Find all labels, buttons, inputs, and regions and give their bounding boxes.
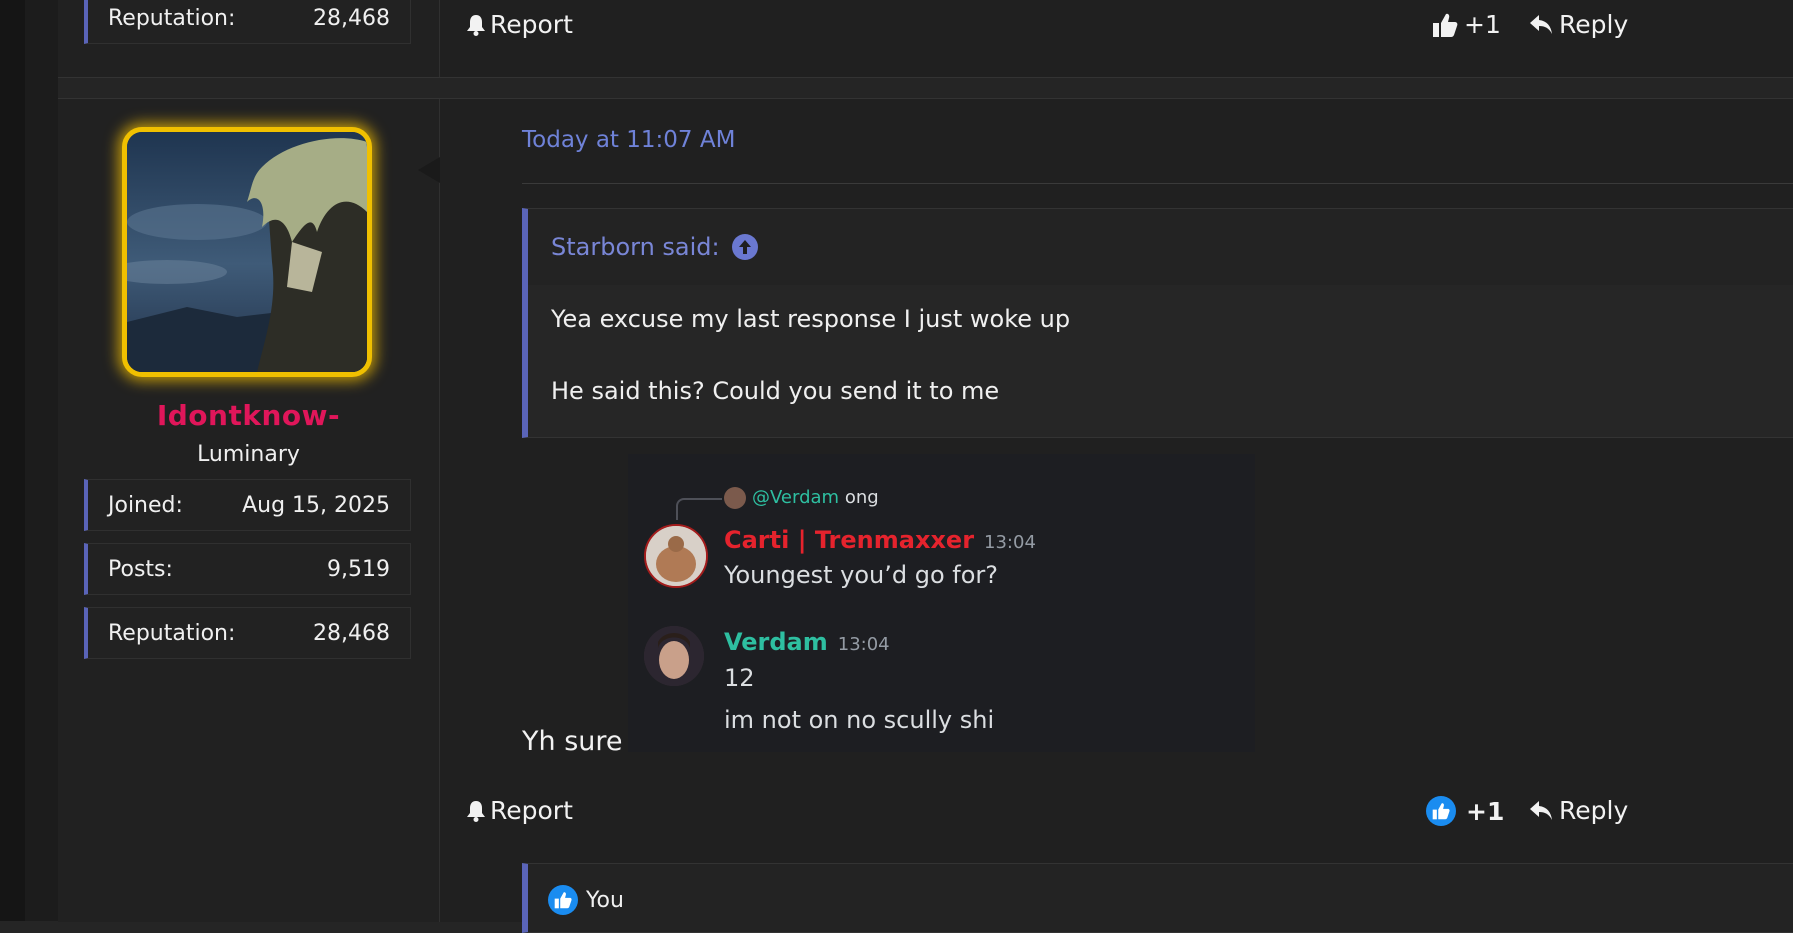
stat-label: Reputation: <box>108 5 236 31</box>
reply-arrow-icon <box>1529 14 1553 36</box>
user-title: Luminary <box>197 442 300 467</box>
post-body-text: Yh sure <box>522 726 623 757</box>
username[interactable]: Idontknow- <box>58 399 439 432</box>
reply-label: Reply <box>1559 10 1629 39</box>
reply-arrow-icon <box>1529 800 1553 822</box>
quote-line: Yea excuse my last response I just woke … <box>551 305 1071 333</box>
forum-post: Idontknow- Luminary Joined: Aug 15, 2025… <box>58 98 1793 933</box>
quote-header[interactable]: Starborn said: <box>528 209 1793 285</box>
message-author: Carti | Trenmaxxer 13:04 <box>724 526 1036 554</box>
report-button[interactable]: Report <box>466 796 573 825</box>
bell-icon <box>466 14 486 36</box>
report-button[interactable]: Report <box>466 10 573 39</box>
reply-snippet: ong <box>844 487 879 508</box>
stat-value: Aug 15, 2025 <box>242 492 390 518</box>
bell-icon <box>466 800 486 822</box>
stat-reputation: Reputation: 28,468 <box>84 607 411 659</box>
quote-author[interactable]: Starborn said: <box>551 233 720 261</box>
reply-label: Reply <box>1559 796 1629 825</box>
header-divider <box>522 183 1793 184</box>
message-text: Youngest you’d go for? <box>724 561 998 589</box>
author-name: Verdam <box>724 628 828 656</box>
page-gutter <box>25 0 58 921</box>
reaction-users: You <box>586 887 624 913</box>
report-label: Report <box>490 10 573 39</box>
stat-label: Joined: <box>108 492 183 518</box>
quote-block: Starborn said: Yea excuse my last respon… <box>522 208 1793 438</box>
reply-connector <box>676 498 722 520</box>
quote-body: Yea excuse my last response I just woke … <box>528 285 1793 425</box>
stat-value: 28,468 <box>313 5 390 31</box>
reaction-summary[interactable]: You <box>548 885 624 915</box>
message-text: im not on no scully shi <box>724 706 995 734</box>
post-user-sidebar: Idontknow- Luminary Joined: Aug 15, 2025… <box>58 99 440 922</box>
like-button[interactable]: +1 <box>1432 10 1501 39</box>
message-text: 12 <box>724 664 755 692</box>
stat-joined: Joined: Aug 15, 2025 <box>84 479 411 531</box>
thumbs-up-icon <box>1432 12 1458 38</box>
message-time: 13:04 <box>984 532 1036 553</box>
stat-reputation: Reputation: 28,468 <box>84 0 411 44</box>
previous-post: Reputation: 28,468 Report +1 Reply <box>58 0 1793 78</box>
thumbs-up-icon <box>548 885 578 915</box>
user-avatar[interactable] <box>122 127 372 377</box>
stat-label: Reputation: <box>108 620 236 646</box>
message-avatar <box>644 626 704 686</box>
like-count: +1 <box>1464 10 1501 39</box>
reactions-bar[interactable]: You <box>522 863 1793 933</box>
like-button[interactable]: +1 <box>1426 796 1504 826</box>
message-author: Verdam 13:04 <box>724 628 890 656</box>
like-count: +1 <box>1466 796 1505 826</box>
post-content: Today at 11:07 AM Starborn said: Yea exc… <box>440 99 1793 933</box>
stat-value: 9,519 <box>327 556 390 582</box>
avatar-image <box>127 132 367 372</box>
message-time: 13:04 <box>837 634 890 655</box>
report-label: Report <box>490 796 573 825</box>
stat-posts: Posts: 9,519 <box>84 543 411 595</box>
attached-screenshot[interactable]: @Verdam ong Carti | Trenmaxxer 13:04 Youn… <box>628 454 1255 752</box>
previous-post-main: Report +1 Reply <box>440 0 1793 77</box>
page-edge <box>0 0 25 921</box>
post-timestamp[interactable]: Today at 11:07 AM <box>522 127 735 153</box>
thumbs-up-icon <box>1426 796 1456 826</box>
reply-button[interactable]: Reply <box>1529 796 1628 825</box>
author-name: Carti | Trenmaxxer <box>724 526 975 554</box>
message-avatar <box>644 524 708 588</box>
reply-preview: @Verdam ong <box>752 487 879 508</box>
arrow-up-circle-icon[interactable] <box>731 234 758 260</box>
quote-line: He said this? Could you send it to me <box>551 377 1000 405</box>
reply-mention: @Verdam <box>752 487 840 508</box>
stat-value: 28,468 <box>313 620 390 646</box>
sidebar-pointer <box>418 157 440 183</box>
previous-post-sidebar: Reputation: 28,468 <box>58 0 440 77</box>
reply-avatar <box>724 487 746 509</box>
reply-button[interactable]: Reply <box>1529 10 1628 39</box>
stat-label: Posts: <box>108 556 173 582</box>
